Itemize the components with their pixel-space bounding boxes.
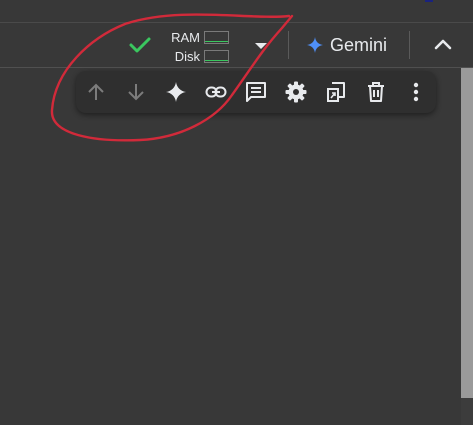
trash-icon[interactable] (364, 80, 388, 104)
notebook-header: RAM Disk Gemini (0, 23, 473, 68)
resource-monitor[interactable]: RAM Disk (170, 26, 240, 66)
more-vert-icon[interactable] (404, 80, 428, 104)
ram-usage-bar (204, 31, 229, 44)
header-divider (288, 31, 289, 59)
check-icon[interactable] (126, 33, 154, 57)
gemini-label: Gemini (330, 34, 388, 55)
disk-label: Disk (174, 49, 200, 64)
comment-icon[interactable] (244, 80, 268, 104)
mirror-cell-icon[interactable] (324, 80, 348, 104)
caret-down-icon[interactable] (250, 35, 272, 55)
arrow-down-icon[interactable] (124, 80, 148, 104)
sparkle-icon[interactable] (164, 80, 188, 104)
gemini-star-icon (306, 36, 324, 54)
gemini-button[interactable]: Gemini (306, 31, 387, 59)
arrow-up-icon[interactable] (84, 80, 108, 104)
scrollbar-thumb[interactable] (461, 68, 473, 398)
chevron-up-icon[interactable] (430, 33, 456, 57)
scrollbar-track[interactable] (461, 398, 473, 425)
corner-indicator (425, 0, 433, 2)
link-icon[interactable] (204, 80, 228, 104)
ram-label: RAM (171, 30, 200, 45)
gear-icon[interactable] (284, 80, 308, 104)
cell-toolbar (76, 71, 436, 113)
header-divider (409, 31, 410, 59)
top-strip (0, 0, 473, 23)
disk-usage-bar (204, 50, 229, 63)
